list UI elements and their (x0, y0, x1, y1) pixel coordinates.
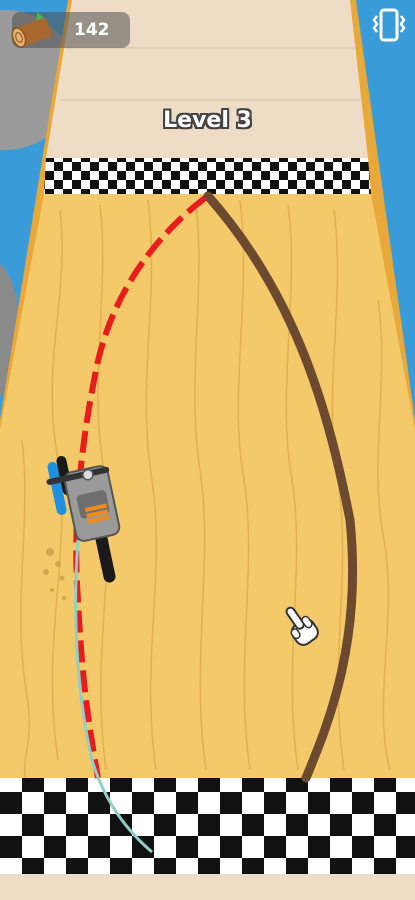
board-edge-bottom (0, 874, 415, 900)
finish-line-bottom (0, 778, 415, 874)
game-scene[interactable] (0, 0, 415, 900)
finish-line-top (44, 158, 371, 194)
log-count: 142 (74, 20, 110, 40)
pointing-hand-icon (285, 606, 319, 646)
level-title: Level 3 (163, 108, 252, 133)
log-counter: 142 (11, 11, 130, 48)
vibration-icon[interactable] (371, 6, 407, 46)
wood-log-icon (11, 11, 52, 48)
